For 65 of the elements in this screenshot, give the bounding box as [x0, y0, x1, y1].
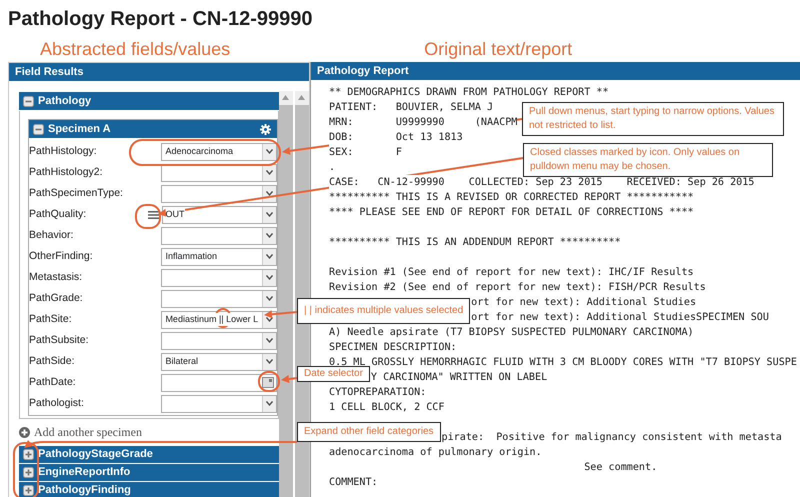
field-label: OtherFinding:	[29, 248, 94, 264]
field-label: Metastasis:	[29, 270, 84, 285]
field-label: PathDate:	[29, 374, 77, 390]
caret-icon[interactable]	[266, 317, 274, 322]
dropdown-field[interactable]: Mediastinum || Lower L	[161, 310, 278, 328]
dropdown-field[interactable]	[161, 226, 278, 244]
date-field[interactable]	[161, 374, 278, 392]
dropdown-field[interactable]	[161, 268, 278, 286]
dropdown-field[interactable]	[161, 184, 278, 202]
page-title: Pathology Report - CN-12-99990	[7, 7, 314, 32]
dropdown-field[interactable]: Bilateral	[161, 352, 278, 370]
caret-icon[interactable]	[266, 191, 274, 196]
field-label: Behavior:	[29, 228, 74, 243]
field-label: PathQuality:	[29, 206, 88, 222]
dropdown-field[interactable]: Inflammation	[161, 248, 278, 266]
annotation-callout: Pull down menus, start typing to narrow options. Values not restricted to list.	[522, 102, 784, 136]
annotation-arrow	[281, 375, 298, 383]
section-title: Pathology	[38, 94, 92, 109]
settings-icon[interactable]	[260, 124, 272, 134]
caret-icon[interactable]	[266, 296, 274, 301]
panel-header: Pathology Report	[311, 62, 800, 80]
panel-header: Field Results	[9, 63, 309, 81]
caret-icon[interactable]	[266, 233, 274, 238]
field-label: Pathologist:	[29, 396, 85, 411]
dropdown-field[interactable]	[161, 394, 278, 412]
field-label: PathSpecimenType:	[29, 186, 124, 201]
caret-icon[interactable]	[266, 359, 274, 364]
section-title: EngineReportInfo	[38, 464, 130, 480]
field-label: PathSubsite:	[29, 332, 90, 348]
add-specimen-link[interactable]: Add another specimen	[19, 423, 142, 441]
field-label: PathSide:	[29, 354, 76, 369]
collapse-icon[interactable]	[33, 124, 44, 134]
field-label: PathGrade:	[29, 290, 84, 306]
annotation-callout: | | indicates multiple values selected	[297, 298, 470, 324]
annotation-arrow	[264, 310, 298, 318]
highlight-ring	[13, 442, 39, 497]
field-label: PathSite:	[29, 312, 73, 327]
expand-icon[interactable]	[23, 448, 34, 460]
field-label: PathHistology2:	[29, 164, 104, 180]
highlight-ring	[258, 371, 280, 392]
expand-icon[interactable]	[23, 484, 34, 496]
section-heading: Original text/report	[424, 38, 572, 61]
dropdown-field[interactable]	[161, 332, 278, 350]
caret-icon[interactable]	[266, 401, 274, 406]
specimen-title: Specimen A	[48, 122, 111, 137]
section-title: PathologyFinding	[38, 482, 131, 497]
dropdown-field[interactable]	[161, 290, 278, 308]
caret-icon[interactable]	[266, 275, 274, 280]
annotation-callout: Date selector	[297, 366, 370, 382]
dropdown-field[interactable]: OUT	[162, 206, 278, 224]
caret-icon[interactable]	[266, 254, 274, 259]
annotation-callout: Closed classes marked by icon. Only values on pulldown menu may be chosen.	[523, 143, 773, 177]
add-icon	[19, 426, 30, 438]
calendar-icon[interactable]	[262, 377, 274, 388]
section-heading: Abstracted fields/values	[40, 38, 230, 61]
caret-icon[interactable]	[266, 212, 274, 217]
dropdown-field[interactable]: Adenocarcinoma	[161, 142, 278, 160]
expand-icon[interactable]	[23, 466, 34, 478]
collapse-icon[interactable]	[23, 96, 34, 106]
caret-icon[interactable]	[266, 338, 274, 343]
field-label: PathHistology:	[29, 144, 98, 159]
annotation-callout: Expand other field categories	[297, 422, 441, 442]
caret-icon[interactable]	[266, 149, 274, 154]
highlight-ring	[135, 204, 161, 229]
caret-icon[interactable]	[266, 170, 274, 175]
